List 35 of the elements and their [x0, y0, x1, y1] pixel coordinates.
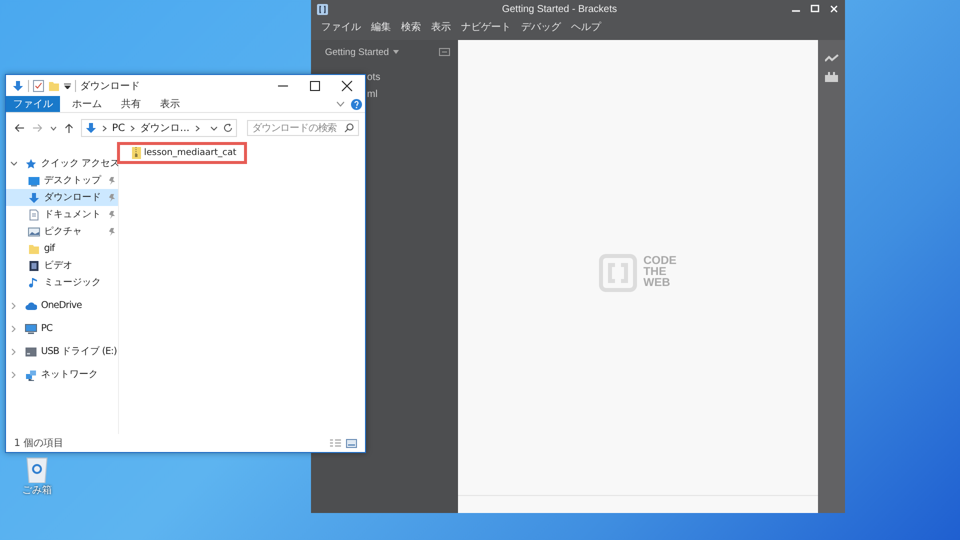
address-bar[interactable]: PC ダウンロ... — [81, 119, 237, 137]
nav-item[interactable]: ビデオ — [6, 257, 118, 274]
project-dropdown[interactable]: Getting Started — [325, 46, 399, 58]
ribbon-tab[interactable]: 表示 — [153, 96, 187, 112]
nav-item[interactable]: ミュージック — [6, 274, 118, 291]
nav-item[interactable]: デスクトップ — [6, 172, 118, 189]
nav-item[interactable]: PC — [6, 320, 118, 337]
ribbon-tab[interactable]: ホーム — [65, 96, 109, 112]
search-field[interactable]: ダウンロードの検索 — [247, 120, 359, 136]
ribbon-tab[interactable]: ファイル — [6, 96, 60, 112]
menu-item[interactable]: デバッグ — [521, 20, 561, 34]
menu-item[interactable]: 検索 — [401, 20, 421, 34]
nav-item[interactable]: ピクチャ — [6, 223, 118, 240]
file-item[interactable]: ml — [367, 89, 458, 102]
window-title: ダウンロード — [80, 80, 141, 92]
nav-item[interactable]: ドキュメント — [6, 206, 118, 223]
menu-item[interactable]: 表示 — [431, 20, 451, 34]
window-title: Getting Started - Brackets — [500, 4, 618, 14]
nav-item[interactable]: OneDrive — [6, 297, 118, 314]
ribbon-tab[interactable]: 共有 — [114, 96, 148, 112]
file-item[interactable]: ots — [367, 72, 458, 85]
menu-item[interactable]: 編集 — [371, 20, 391, 34]
breadcrumb[interactable]: PC — [112, 122, 126, 134]
nav-item[interactable]: ダウンロード — [6, 189, 118, 206]
breadcrumb[interactable]: ダウンロ... — [140, 121, 190, 135]
menu-item[interactable]: ナビゲート — [461, 20, 511, 34]
menu-item[interactable]: ファイル — [321, 20, 361, 34]
logo-text: CODE THE WEB — [643, 256, 677, 289]
file-item[interactable]: lesson_mediaart_cat — [132, 147, 236, 159]
menu-item[interactable]: ヘルプ — [571, 20, 601, 34]
nav-item[interactable]: USB ドライブ (E:) — [6, 343, 118, 360]
nav-item[interactable]: gif — [6, 240, 118, 257]
status-text: 1 個の項目 — [14, 437, 65, 450]
nav-item[interactable]: ネットワーク — [6, 366, 118, 383]
nav-item[interactable]: クイック アクセス — [6, 155, 118, 172]
